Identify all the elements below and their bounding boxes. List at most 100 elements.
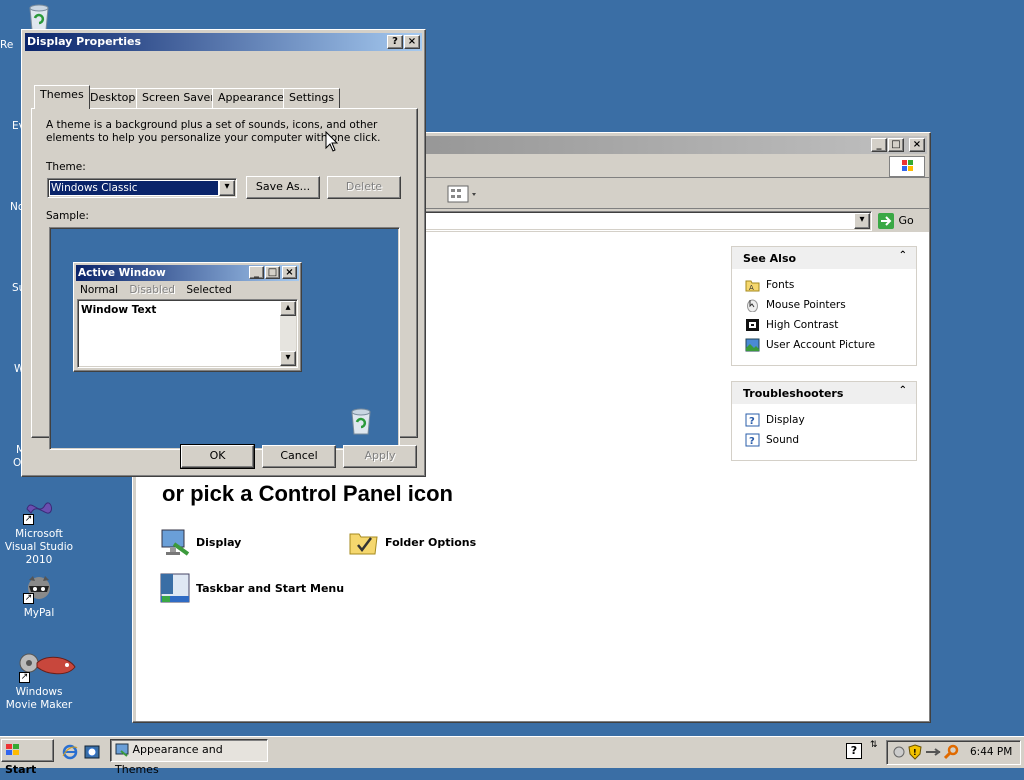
tab-desktop[interactable]: Desktop (84, 88, 142, 108)
desktop-icon-mypal[interactable]: ↗ MyPal (0, 572, 79, 620)
theme-select-value: Windows Classic (50, 181, 218, 195)
sample-menu: Normal Disabled Selected (80, 284, 232, 296)
desktop-icon-visual-studio[interactable]: ↗ Microsoft Visual Studio 2010 (0, 493, 79, 567)
troubleshooters-title: Troubleshooters (743, 387, 844, 400)
desktop-icon-movie-maker[interactable]: ↗ Windows Movie Maker (0, 651, 79, 712)
minimize-button[interactable]: _ (871, 138, 887, 152)
see-also-fonts-link[interactable]: A Fonts (732, 275, 916, 295)
start-button[interactable]: Start (1, 739, 54, 776)
address-dropdown-button[interactable]: ▾ (854, 213, 870, 229)
save-as-button[interactable]: Save As... (246, 176, 320, 199)
show-desktop-icon[interactable] (84, 744, 100, 760)
control-panel-icon-folder-options[interactable]: Folder Options (347, 526, 507, 560)
internet-explorer-icon[interactable] (62, 744, 78, 760)
apply-button[interactable]: Apply (343, 445, 417, 468)
help-button[interactable]: ? (387, 35, 403, 49)
tab-appearance[interactable]: Appearance (212, 88, 291, 108)
shortcut-arrow-icon: ↗ (23, 514, 34, 525)
troubleshooter-display-link[interactable]: ? Display (732, 410, 916, 430)
link-label: High Contrast (766, 319, 839, 331)
dialog-title: Display Properties (27, 35, 142, 48)
security-shield-icon[interactable]: ! (908, 744, 922, 760)
close-button[interactable]: × (909, 138, 925, 152)
sample-menu-selected: Selected (186, 284, 232, 296)
link-label: Sound (766, 434, 800, 446)
collapse-chevron-icon[interactable]: ⌃ (899, 385, 907, 396)
network-icon[interactable] (892, 745, 906, 759)
go-label: Go (898, 214, 914, 227)
desktop-icon-label: MyPal (23, 607, 55, 619)
chevron-down-icon[interactable]: ▾ (219, 180, 235, 196)
magnifier-icon[interactable] (944, 744, 960, 760)
folder-options-icon (349, 533, 378, 555)
tab-settings[interactable]: Settings (283, 88, 341, 108)
taskbar-task-appearance-and-themes[interactable]: Appearance and Themes (110, 739, 268, 776)
control-panel-icon-taskbar-start-menu[interactable]: Taskbar and Start Menu (158, 572, 378, 606)
dialog-title-bar[interactable]: Display Properties ? × (25, 33, 422, 51)
themes-tab-page: A theme is a background plus a set of so… (31, 108, 418, 450)
icon-label: Taskbar and Start Menu (196, 582, 345, 595)
see-also-high-contrast-link[interactable]: High Contrast (732, 315, 916, 335)
see-also-header[interactable]: See Also ⌃ (732, 247, 916, 269)
raccoon-icon: ↗ (23, 572, 55, 604)
tab-label: Appearance (218, 91, 285, 104)
cancel-button[interactable]: Cancel (262, 445, 336, 468)
tray-expand-icon[interactable]: ⇅ (870, 741, 878, 750)
sample-title-bar: Active Window _ □ × (76, 265, 299, 281)
button-label: OK (209, 449, 226, 462)
control-panel-icon-display[interactable]: Display (158, 526, 338, 560)
theme-select[interactable]: Windows Classic ▾ (47, 178, 237, 198)
button-label: Delete (345, 180, 383, 193)
sample-label: Sample: (46, 210, 89, 222)
tab-label: Themes (40, 88, 84, 101)
ok-button[interactable]: OK (180, 444, 255, 469)
button-label: Cancel (280, 449, 318, 462)
sample-window-text: Window Text (81, 304, 157, 316)
see-also-user-account-picture-link[interactable]: User Account Picture (732, 335, 916, 355)
system-tray: ! 6:44 PM (886, 740, 1021, 765)
fonts-folder-icon: A (745, 280, 760, 292)
tab-label: Screen Saver (142, 91, 215, 104)
troubleshooters-panel: Troubleshooters ⌃ ? Display ? Sound (731, 381, 917, 461)
shortcut-arrow-icon: ↗ (19, 672, 30, 683)
recycle-bin-desktop-icon[interactable] (24, 2, 54, 32)
svg-text:?: ? (749, 416, 755, 427)
shortcut-arrow-icon: ↗ (23, 593, 34, 604)
help-icon: ? (745, 413, 760, 427)
icon-label: Display (196, 536, 242, 549)
connection-icon[interactable] (925, 747, 941, 757)
tab-label: Settings (289, 91, 335, 104)
pick-icon-heading: or pick a Control Panel icon (162, 481, 453, 506)
sample-text-area: Window Text ▴ ▾ (77, 299, 298, 368)
see-also-panel: See Also ⌃ A Fonts Mouse Pointers High C… (731, 246, 917, 366)
sample-title: Active Window (78, 267, 166, 279)
tab-screen-saver[interactable]: Screen Saver (136, 88, 221, 108)
desktop-partial-label: Re (0, 39, 14, 51)
maximize-button[interactable]: □ (888, 138, 904, 152)
svg-text:A: A (749, 284, 754, 292)
troubleshooter-sound-link[interactable]: ? Sound (732, 430, 916, 450)
close-button[interactable]: × (404, 35, 420, 49)
maximize-icon: □ (265, 266, 280, 279)
theme-label: Theme: (46, 161, 86, 173)
collapse-chevron-icon[interactable]: ⌃ (899, 250, 907, 261)
sample-menu-disabled: Disabled (129, 284, 175, 296)
troubleshooters-header[interactable]: Troubleshooters ⌃ (732, 382, 916, 404)
recycle-bin-icon (351, 408, 371, 435)
sample-scrollbar: ▴ ▾ (280, 301, 296, 366)
button-label: Save As... (255, 180, 311, 193)
tab-themes[interactable]: Themes (34, 85, 90, 109)
help-tray-button[interactable]: ? (846, 743, 862, 759)
views-button[interactable] (446, 183, 480, 205)
mouse-pointer-icon (747, 299, 758, 312)
desktop-icon-label: Windows Movie Maker (5, 686, 73, 711)
see-also-mouse-pointers-link[interactable]: Mouse Pointers (732, 295, 916, 315)
scroll-down-icon: ▾ (280, 351, 296, 366)
clock[interactable]: 6:44 PM (970, 746, 1012, 758)
display-icon (161, 529, 190, 556)
mouse-cursor-icon (325, 131, 339, 152)
delete-button[interactable]: Delete (327, 176, 401, 199)
sample-active-window: Active Window _ □ × Normal Disabled Sele… (73, 262, 302, 372)
visual-studio-icon: ↗ (23, 493, 55, 525)
go-button[interactable]: Go (877, 211, 922, 231)
